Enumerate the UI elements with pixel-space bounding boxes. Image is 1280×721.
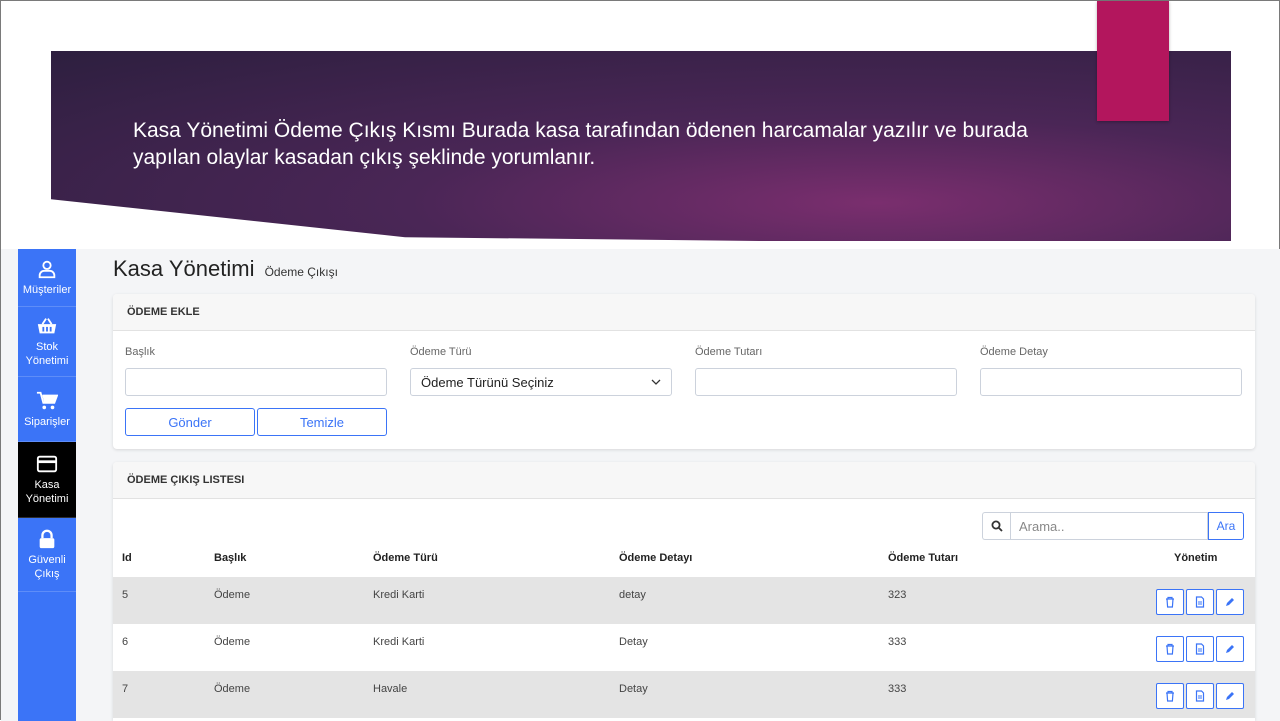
sidebar-item-label: Güvenli Çıkış xyxy=(28,554,66,580)
slide-description: Kasa Yönetimi Ödeme Çıkış Kısmı Burada k… xyxy=(133,119,1028,169)
basket-icon xyxy=(37,318,57,334)
table-row: 7 Ödeme Havale Detay 333 xyxy=(113,671,1255,718)
cell-type: Havale xyxy=(373,683,408,695)
detail-label: Ödeme Detay xyxy=(980,346,1048,358)
row-actions xyxy=(1156,589,1246,615)
amount-input[interactable] xyxy=(695,368,957,396)
trash-icon xyxy=(1166,690,1174,702)
table-row: 5 Ödeme Kredi Karti detay 323 xyxy=(113,577,1255,624)
cell-detail: Detay xyxy=(619,683,648,695)
cell-title: Ödeme xyxy=(214,683,251,695)
lock-icon xyxy=(39,529,55,549)
sidebar-item-kasa-yonetimi[interactable]: Kasa Yönetimi xyxy=(18,442,76,518)
sidebar-item-label: Siparişler xyxy=(24,415,70,428)
cell-amount: 323 xyxy=(888,589,907,601)
title-input[interactable] xyxy=(125,368,387,396)
page-subtitle: Ödeme Çıkışı xyxy=(264,265,338,279)
page-title-text: Kasa Yönetimi xyxy=(113,256,255,281)
sidebar-item-guvenli-cikis[interactable]: Güvenli Çıkış xyxy=(18,518,76,592)
detail-button[interactable] xyxy=(1186,683,1214,709)
pencil-icon xyxy=(1226,692,1234,700)
detail-input[interactable] xyxy=(980,368,1242,396)
column-header-amount: Ödeme Tutarı xyxy=(888,552,959,564)
cell-id: 6 xyxy=(122,636,129,648)
sidebar-item-label: Stok Yönetimi xyxy=(25,341,69,367)
edit-button[interactable] xyxy=(1216,636,1244,662)
submit-button[interactable]: Gönder xyxy=(125,408,255,436)
delete-button[interactable] xyxy=(1156,589,1184,615)
detail-button[interactable] xyxy=(1186,589,1214,615)
pencil-icon xyxy=(1226,598,1234,606)
delete-button[interactable] xyxy=(1156,683,1184,709)
column-header-id: Id xyxy=(122,552,132,564)
row-actions xyxy=(1156,636,1246,662)
card-header: ÖDEME EKLE xyxy=(113,294,1255,331)
amount-label: Ödeme Tutarı xyxy=(695,346,763,358)
delete-button[interactable] xyxy=(1156,636,1184,662)
card-header: ÖDEME ÇIKIŞ LISTESI xyxy=(113,462,1255,499)
document-icon xyxy=(1195,643,1205,655)
sidebar: Müşteriler Stok Yönetimi Siparişler Kasa… xyxy=(18,249,76,721)
search-input[interactable]: Arama.. xyxy=(1010,512,1208,540)
column-header-detail: Ödeme Detayı xyxy=(619,552,693,564)
sidebar-item-stok-yonetimi[interactable]: Stok Yönetimi xyxy=(18,307,76,377)
cell-type: Kredi Karti xyxy=(373,636,425,648)
cell-title: Ödeme xyxy=(214,636,251,648)
cell-id: 5 xyxy=(122,589,129,601)
trash-icon xyxy=(1166,643,1174,655)
type-label: Ödeme Türü xyxy=(410,346,472,358)
user-icon xyxy=(38,260,56,279)
title-label: Başlık xyxy=(125,346,155,358)
sidebar-item-label: Kasa Yönetimi xyxy=(25,479,69,505)
trash-icon xyxy=(1166,596,1174,608)
document-icon xyxy=(1195,596,1205,608)
cell-id: 7 xyxy=(122,683,129,695)
edit-button[interactable] xyxy=(1216,589,1244,615)
cart-icon xyxy=(36,391,58,409)
table-row: 6 Ödeme Kredi Karti Detay 333 xyxy=(113,624,1255,671)
edit-button[interactable] xyxy=(1216,683,1244,709)
cell-detail: detay xyxy=(619,589,646,601)
sidebar-item-label: Müşteriler xyxy=(22,284,72,296)
search-bar: Arama.. Ara xyxy=(982,512,1244,540)
cash-register-icon xyxy=(36,455,58,473)
payment-add-card: ÖDEME EKLE Başlık Ödeme Türü Ödeme Tutar… xyxy=(113,294,1255,449)
app-screenshot: Müşteriler Stok Yönetimi Siparişler Kasa… xyxy=(1,249,1280,721)
chevron-down-icon xyxy=(651,379,661,385)
payment-list-card: ÖDEME ÇIKIŞ LISTESI Arama.. Ara Id Başlı… xyxy=(113,462,1255,721)
document-icon xyxy=(1195,690,1205,702)
column-header-title: Başlık xyxy=(214,552,247,564)
cell-title: Ödeme xyxy=(214,589,251,601)
clear-button[interactable]: Temizle xyxy=(257,408,387,436)
sidebar-item-musteriler[interactable]: Müşteriler xyxy=(18,249,76,307)
search-icon xyxy=(982,512,1010,540)
column-header-actions: Yönetim xyxy=(1174,552,1218,564)
row-actions xyxy=(1156,683,1246,709)
pencil-icon xyxy=(1226,645,1234,653)
page-title: Kasa Yönetimi Ödeme Çıkışı xyxy=(113,256,338,282)
select-value: Ödeme Türünü Seçiniz xyxy=(421,374,554,390)
cell-amount: 333 xyxy=(888,683,907,695)
cell-amount: 333 xyxy=(888,636,907,648)
sidebar-item-siparisler[interactable]: Siparişler xyxy=(18,377,76,442)
search-button[interactable]: Ara xyxy=(1208,512,1244,540)
detail-button[interactable] xyxy=(1186,636,1214,662)
accent-block xyxy=(1097,1,1169,121)
cell-type: Kredi Karti xyxy=(373,589,425,601)
payment-type-select[interactable]: Ödeme Türünü Seçiniz xyxy=(410,368,672,396)
cell-detail: Detay xyxy=(619,636,648,648)
column-header-type: Ödeme Türü xyxy=(373,552,438,564)
